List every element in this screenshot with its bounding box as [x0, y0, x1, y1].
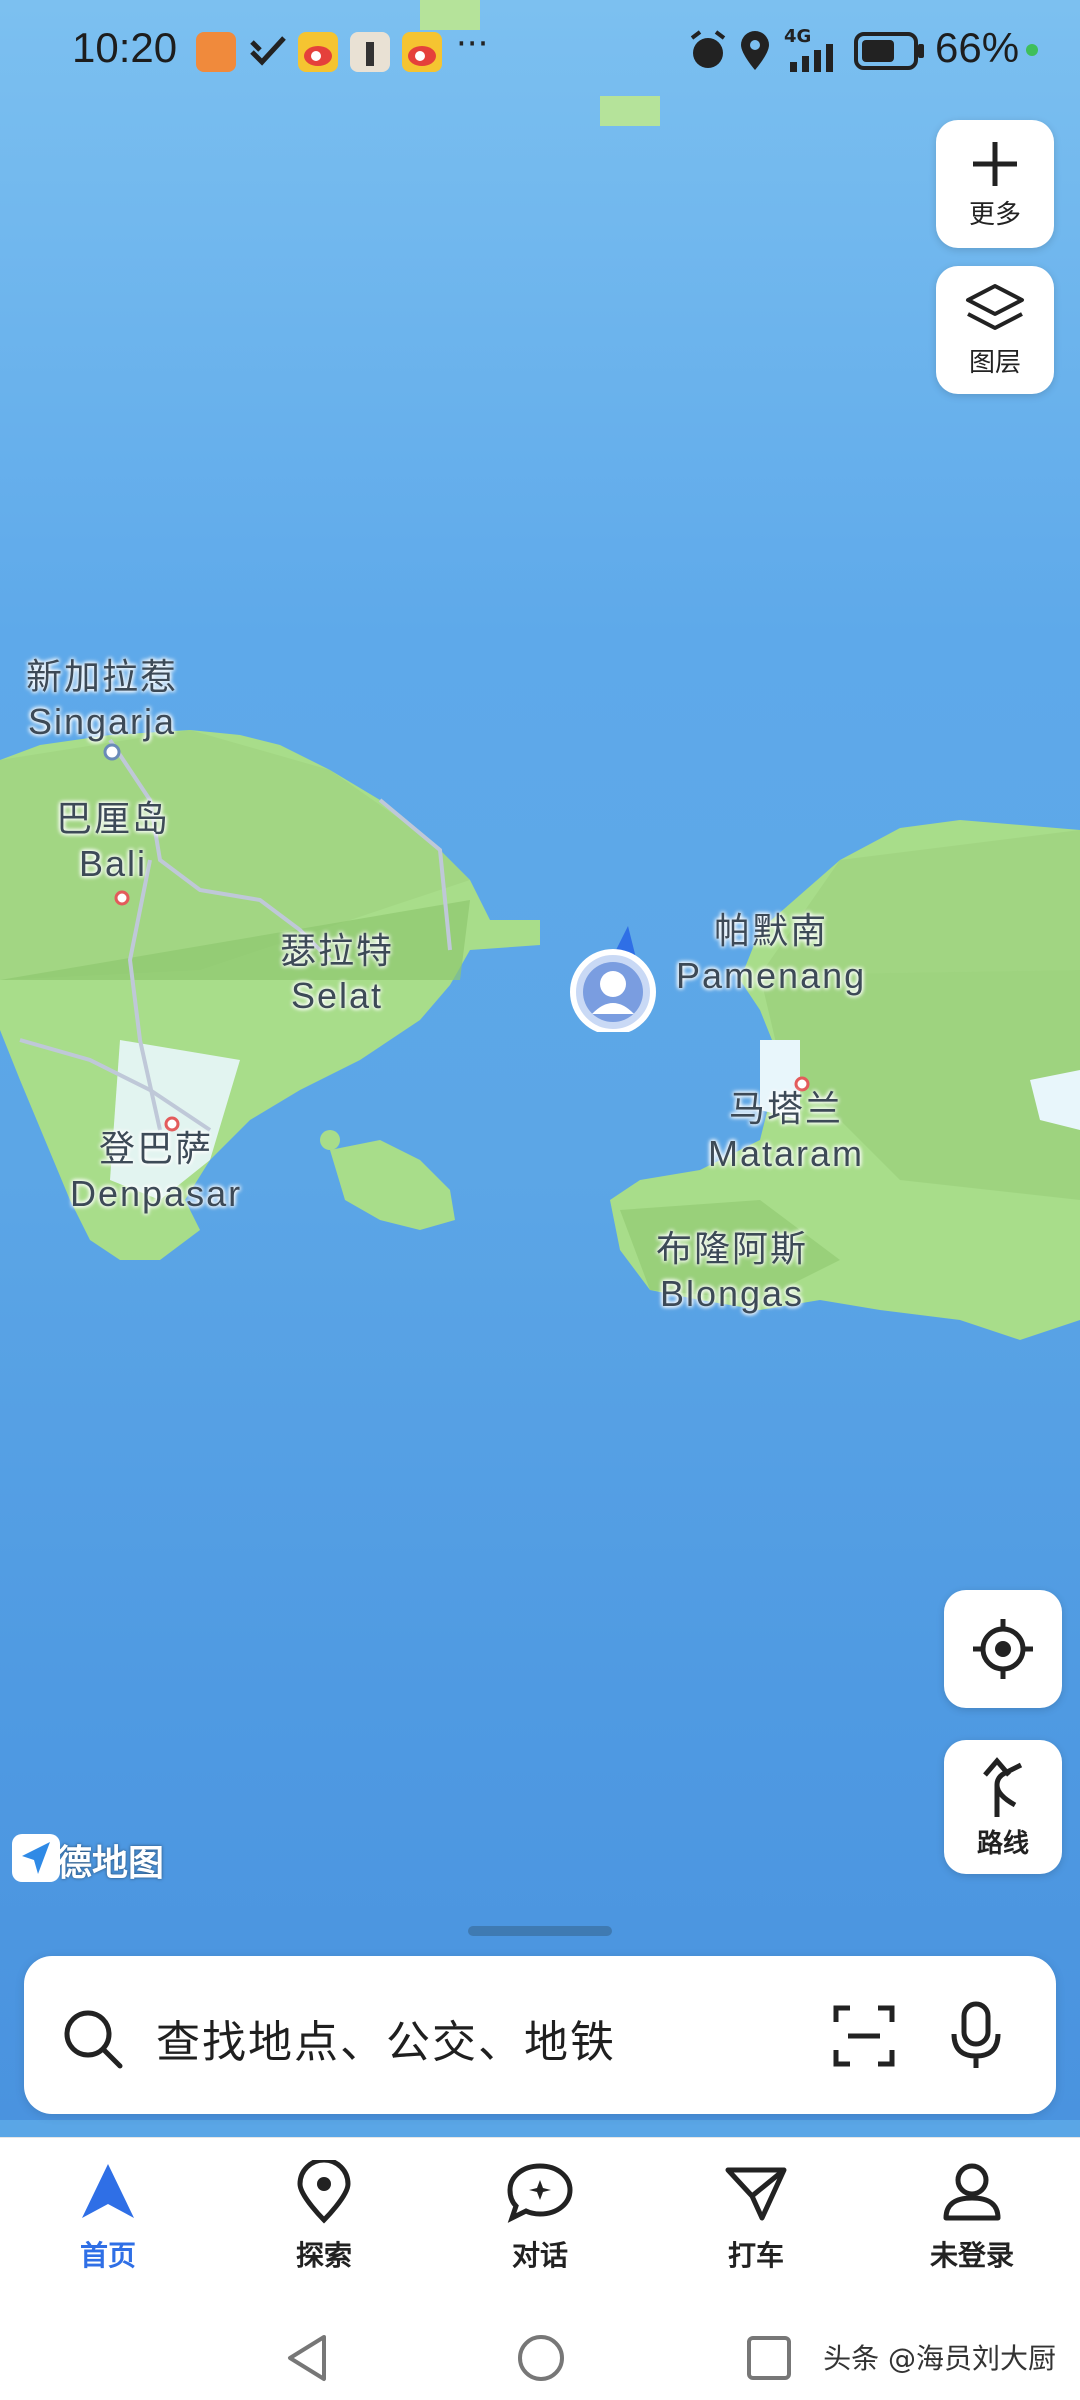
map-label-pamenang[interactable]: 帕默南 Pamenang: [676, 910, 866, 998]
map-label-mataram[interactable]: 马塔兰 Mataram: [708, 1088, 864, 1176]
battery-percentage: 66%: [935, 24, 1020, 71]
signal-icon: [790, 44, 833, 72]
navigate-arrow-icon: [82, 2164, 134, 2218]
microphone-icon[interactable]: [948, 2000, 1004, 2070]
home-icon[interactable]: [516, 2333, 566, 2383]
map-label-blongas[interactable]: 布隆阿斯 Blongas: [656, 1228, 808, 1316]
tab-taxi[interactable]: 打车: [666, 2148, 846, 2298]
tab-home-label: 首页: [79, 2239, 136, 2272]
layers-label: 图层: [968, 347, 1021, 378]
map-view[interactable]: 新加拉惹 Singarja 巴厘岛 Bali 瑟拉特 Selat 登巴萨 Den…: [0, 0, 1080, 2120]
weibo-app-icon-2: [402, 32, 442, 72]
tab-profile-label: 未登录: [929, 2239, 1014, 2272]
scan-icon[interactable]: [832, 2004, 896, 2068]
layers-button[interactable]: 图层: [936, 266, 1054, 394]
locate-me-button[interactable]: [944, 1590, 1062, 1708]
status-bar: 10:20 ··· 4G 66%: [0, 0, 1080, 100]
watermark-text: 头条 @海员刘大厨: [823, 2342, 1056, 2375]
tab-chat-label: 对话: [511, 2239, 568, 2272]
map-canvas: [0, 0, 1080, 1340]
tab-home[interactable]: 首页: [18, 2148, 198, 2298]
user-location-marker[interactable]: [568, 922, 658, 1032]
notification-checkmark-icon: [250, 36, 286, 66]
tab-profile[interactable]: 未登录: [882, 2148, 1062, 2298]
more-notifications-icon: ···: [456, 24, 489, 64]
amap-logo: 高德地图: [12, 1834, 164, 1886]
map-label-bali[interactable]: 巴厘岛 Bali: [56, 798, 170, 886]
bottom-tab-bar: 首页 探索 对话 打车 未登录: [0, 2137, 1080, 2307]
amap-logo-icon: [12, 1834, 60, 1882]
charging-dot: [1026, 44, 1038, 56]
notification-app-icon: [196, 32, 236, 72]
more-label: 更多: [968, 199, 1021, 230]
search-icon: [64, 2010, 123, 2069]
back-icon[interactable]: [284, 2333, 330, 2383]
avatar-pin-icon: [570, 926, 656, 1032]
battery-icon: [854, 32, 924, 70]
tab-explore[interactable]: 探索: [234, 2148, 414, 2298]
more-button[interactable]: 更多: [936, 120, 1054, 248]
tab-chat[interactable]: 对话: [450, 2148, 630, 2298]
plus-icon: [973, 141, 1017, 186]
tab-explore-label: 探索: [295, 2239, 352, 2272]
search-bar[interactable]: 查找地点、公交、地铁: [24, 1956, 1056, 2114]
status-time: 10:20: [72, 24, 178, 71]
layers-icon: [966, 283, 1024, 330]
bottom-sheet: 查找地点、公交、地铁 首页 探索 对话 打车 未登录 头条 @海员刘大厨: [0, 1900, 1080, 2400]
location-status-icon: [741, 31, 769, 70]
crosshair-icon: [973, 1619, 1033, 1679]
chat-bubble-icon: [507, 2163, 573, 2223]
photo-app-icon: [350, 32, 390, 72]
person-icon: [943, 2163, 1001, 2221]
system-navigation-bar: 头条 @海员刘大厨: [0, 2307, 1080, 2400]
weibo-app-icon: [298, 32, 338, 72]
location-pin-icon: [297, 2160, 351, 2224]
route-arrow-icon: [983, 1756, 1023, 1817]
recents-icon[interactable]: [746, 2335, 792, 2381]
map-label-selat[interactable]: 瑟拉特 Selat: [280, 930, 394, 1018]
alarm-icon: [690, 30, 726, 68]
map-label-singarja[interactable]: 新加拉惹 Singarja: [26, 656, 178, 744]
taxi-icon: [725, 2167, 787, 2221]
route-label: 路线: [976, 1828, 1029, 1859]
sheet-drag-handle[interactable]: [468, 1926, 612, 1936]
route-button[interactable]: 路线: [944, 1740, 1062, 1874]
search-placeholder: 查找地点、公交、地铁: [156, 2017, 616, 2068]
tab-taxi-label: 打车: [727, 2239, 784, 2272]
map-label-denpasar[interactable]: 登巴萨 Denpasar: [70, 1128, 242, 1216]
